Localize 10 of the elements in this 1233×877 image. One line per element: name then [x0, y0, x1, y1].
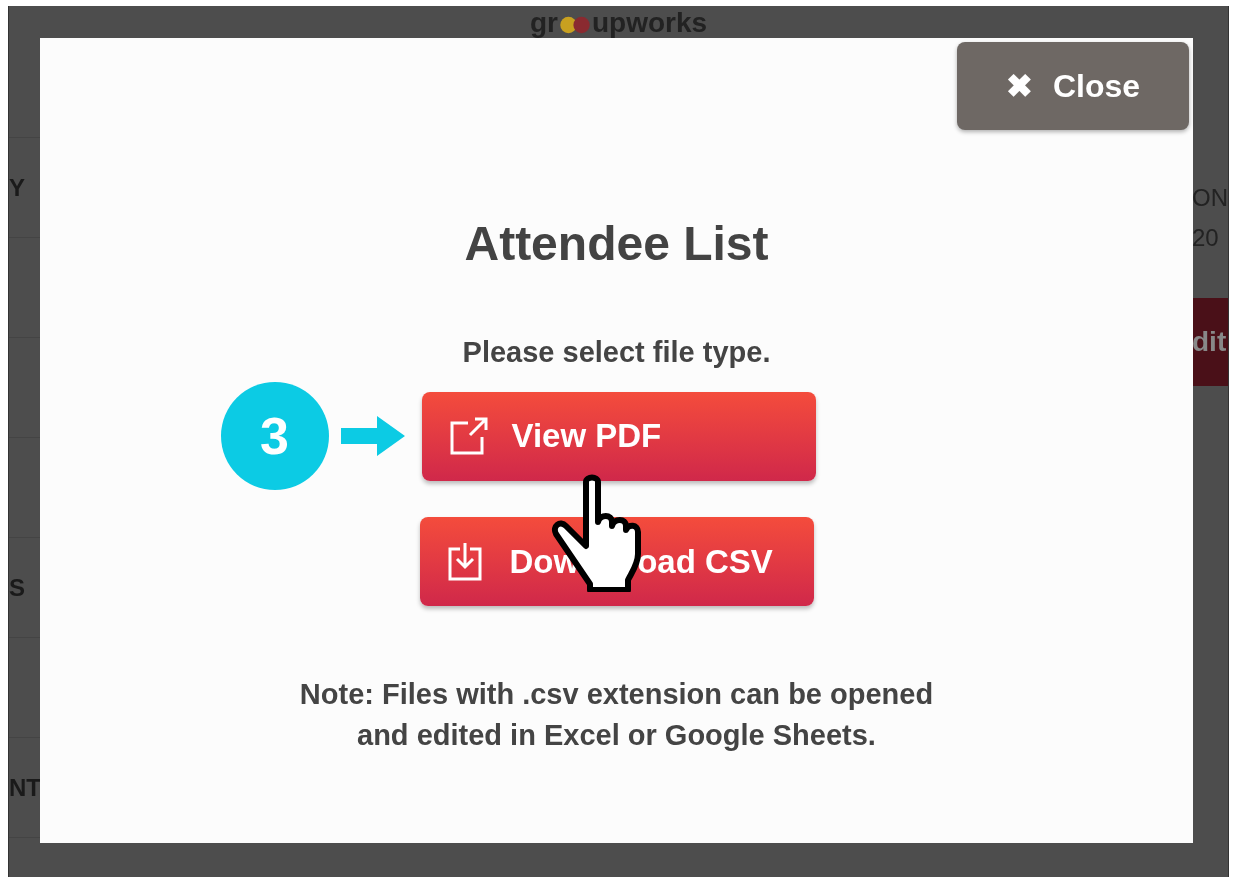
step-badge: 3 [220, 382, 329, 490]
close-button[interactable]: ✖ Close [957, 42, 1189, 130]
view-button[interactable]: View PDF [421, 391, 816, 481]
prompt-text: Please select file type. [462, 335, 771, 370]
modal-title: Attendee List [464, 216, 769, 272]
edit-button[interactable]: dit [1192, 298, 1228, 386]
logo-dots-icon [557, 16, 592, 34]
close-icon: ✖ [1005, 62, 1033, 110]
note-text: Note: Files with .csv extension can be opened and edited in Excel or Google Sheets. [299, 677, 934, 753]
arrow-icon [340, 416, 405, 456]
